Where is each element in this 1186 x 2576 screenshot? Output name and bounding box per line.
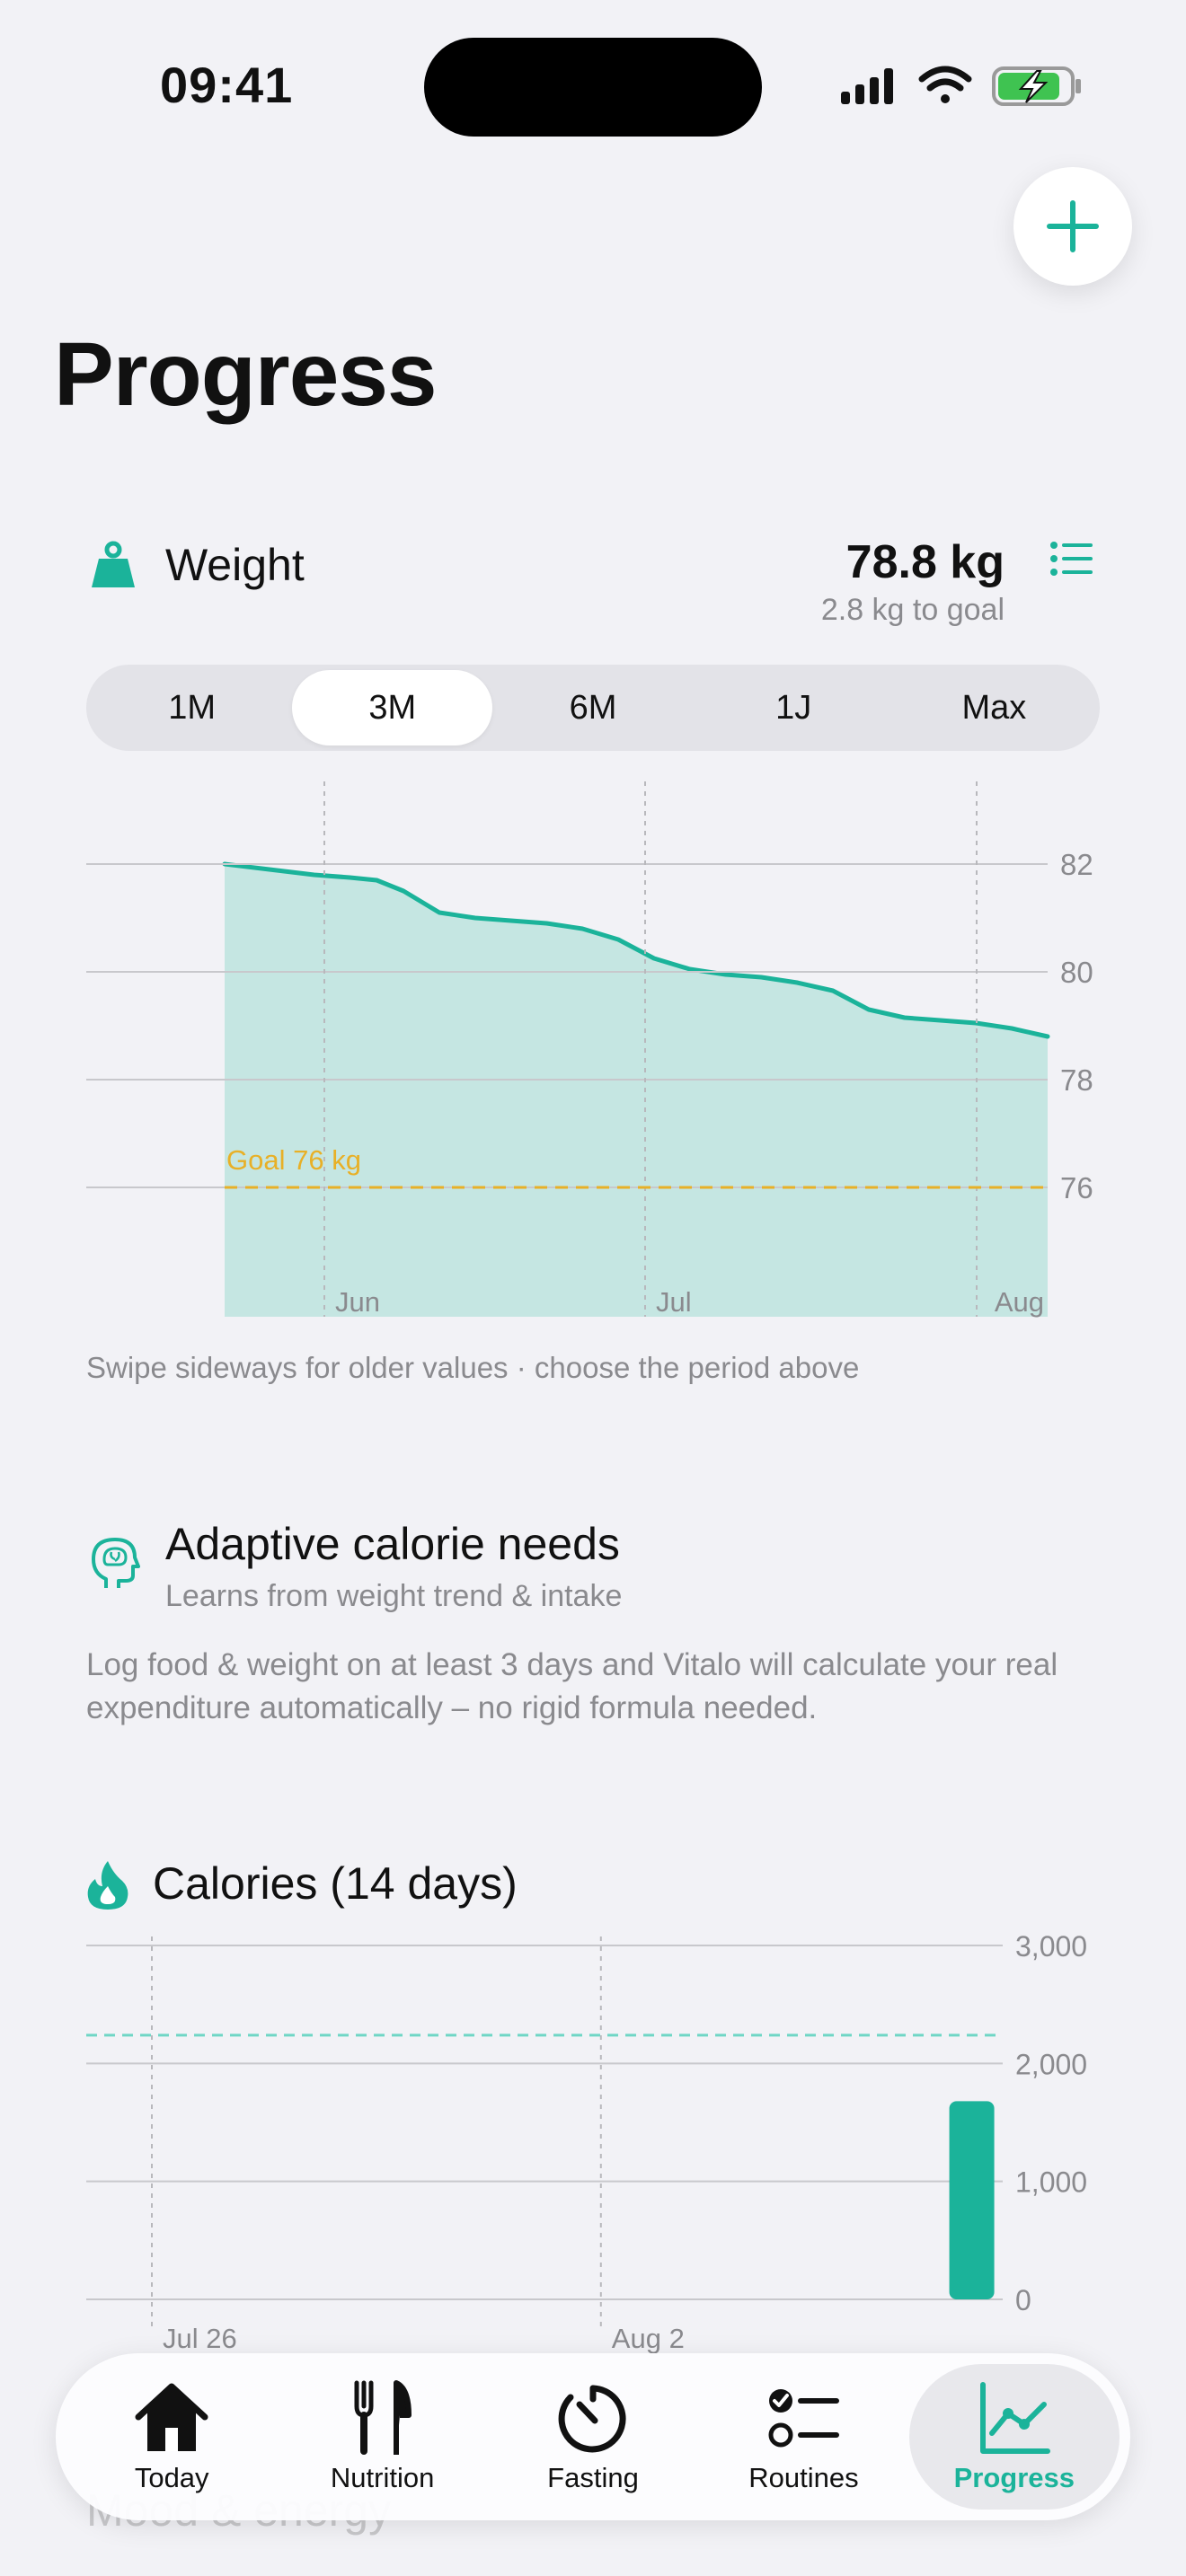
y-tick-label: 2,000 [1015,2048,1087,2080]
period-6m[interactable]: 6M [492,670,693,745]
y-tick-label: 82 [1060,848,1093,881]
list-icon[interactable] [1049,541,1094,577]
goal-label: Goal 76 kg [226,1144,361,1176]
weight-chart-hint: Swipe sideways for older values · choose… [86,1351,860,1384]
flame-icon [87,1861,128,1910]
x-tick-label: Aug [995,1286,1044,1318]
cellular-signal-icon [841,68,893,104]
x-tick-label: Aug 2 [612,2323,685,2353]
x-tick-label: Jul 26 [163,2323,237,2353]
y-tick-label: 1,000 [1015,2166,1087,2199]
status-time: 09:41 [160,57,294,113]
y-tick-label: 80 [1060,956,1093,989]
current-weight-value: 78.8 kg [845,536,1005,588]
tab-label: Today [134,2462,209,2493]
adaptive-section-subtitle: Learns from weight trend & intake [165,1579,623,1613]
period-1m[interactable]: 1M [92,670,292,745]
status-bar: 09:41 [0,0,1186,171]
status-icons [841,66,1081,106]
period-selector: 1M 3M 6M 1J Max [86,665,1100,751]
y-tick-label: 78 [1060,1063,1093,1097]
timer-icon [558,2385,626,2453]
y-tick-label: 76 [1060,1171,1093,1204]
adaptive-section-title: Adaptive calorie needs [165,1519,620,1569]
x-tick-label: Jul [656,1286,692,1318]
tab-nutrition[interactable]: Nutrition [277,2364,487,2510]
adaptive-description: Log food & weight on at least 3 days and… [86,1647,1058,1725]
wifi-icon [918,66,972,103]
y-tick-label: 3,000 [1015,1930,1087,1963]
weight-scale-icon [92,541,135,587]
chart-line-icon [979,2382,1050,2454]
calories-chart[interactable]: 3,000 2,000 1,000 0 Jul 26 Aug 2 [0,1922,1186,2353]
dynamic-island [424,38,762,137]
weight-area [225,864,1048,1317]
tab-bar: Today Nutrition Fasting Routines Progres… [56,2353,1130,2520]
tab-routines[interactable]: Routines [698,2364,908,2510]
tab-progress[interactable]: Progress [908,2364,1120,2510]
plus-icon [1047,200,1099,252]
home-icon [135,2383,208,2451]
period-3m[interactable]: 3M [292,670,493,745]
battery-charging-icon [992,66,1081,106]
brain-head-icon [92,1538,140,1588]
add-entry-button[interactable] [1013,167,1132,286]
calorie-bar [949,2101,995,2299]
calories-section-title: Calories (14 days) [153,1858,518,1909]
y-tick-label: 0 [1015,2284,1031,2316]
tab-label: Routines [748,2462,859,2493]
weight-chart[interactable]: 82 80 78 76 Jun Jul Aug Goal 76 kg [0,772,1186,1329]
period-max[interactable]: Max [894,670,1094,745]
fork-knife-icon [354,2380,412,2455]
weight-section-title: Weight [165,540,305,590]
weight-to-goal: 2.8 kg to goal [820,593,1005,627]
x-tick-label: Jun [335,1286,380,1318]
page-title: Progress [54,324,438,425]
tab-fasting[interactable]: Fasting [488,2364,698,2510]
tab-label: Nutrition [330,2462,435,2493]
tab-label: Progress [953,2462,1075,2493]
tab-today[interactable]: Today [66,2364,277,2510]
period-1j[interactable]: 1J [694,670,894,745]
tab-label: Fasting [547,2462,639,2493]
checklist-icon [768,2389,840,2448]
